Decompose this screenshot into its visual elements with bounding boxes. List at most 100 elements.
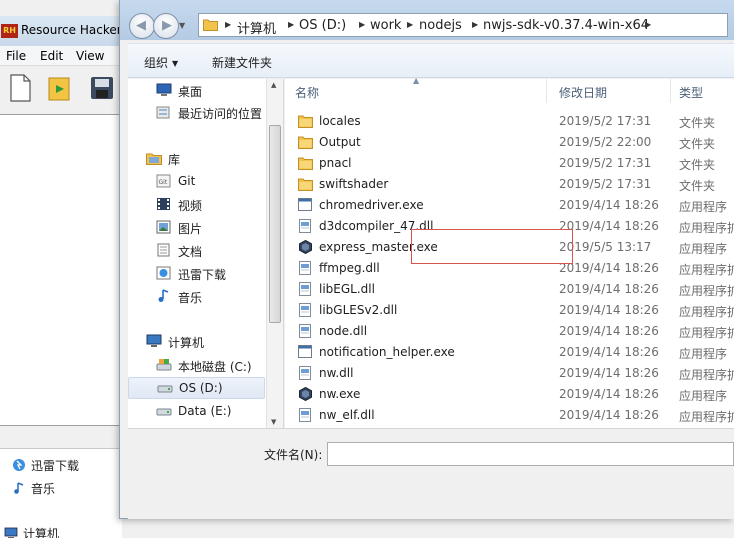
nav-item-computer[interactable]: 计算机 [146, 331, 264, 353]
file-name: Output [319, 135, 361, 149]
filename-input[interactable] [327, 442, 734, 466]
dll-file-icon [298, 324, 313, 338]
file-row[interactable]: nw.dll 2019/4/14 18:26 应用程序扩 [285, 363, 734, 384]
tree-item-thunder-download[interactable]: 迅雷下载 [12, 457, 79, 474]
drive-icon [157, 381, 173, 395]
column-header-label: 类型 [679, 86, 704, 100]
nav-item-recent-places[interactable]: 最近访问的位置 [156, 102, 274, 124]
thunder-download-icon [12, 458, 26, 472]
tree-item-label: 计算机 [23, 527, 60, 538]
address-bar[interactable]: ▶ 计算机 ▶ OS (D:) ▶ work ▶ nodejs ▶ nwjs-s… [198, 13, 728, 37]
nav-item-libraries[interactable]: 库 [146, 148, 264, 170]
column-header-date[interactable]: 修改日期 [551, 79, 671, 103]
file-row[interactable]: pnacl 2019/5/2 17:31 文件夹 [285, 153, 734, 174]
file-date: 2019/5/2 17:31 [559, 156, 652, 170]
exe-file-icon [298, 198, 313, 212]
file-row[interactable]: Output 2019/5/2 22:00 文件夹 [285, 132, 734, 153]
breadcrumb-separator-icon[interactable]: ▶ [472, 20, 478, 29]
organize-label: 组织 [144, 56, 169, 70]
scrollbar-thumb[interactable] [269, 125, 281, 323]
breadcrumb-item[interactable]: work [370, 18, 401, 33]
nav-item-music[interactable]: 音乐 [156, 286, 266, 308]
nav-item-drive-e[interactable]: Data (E:) [156, 401, 266, 423]
file-row[interactable]: node.dll 2019/4/14 18:26 应用程序扩 [285, 321, 734, 342]
file-type: 应用程序 [679, 389, 728, 403]
open-folder-icon[interactable] [46, 73, 74, 103]
folder-icon [298, 177, 313, 191]
breadcrumb-item[interactable]: nwjs-sdk-v0.37.4-win-x64 [483, 18, 649, 33]
resource-hacker-title: Resource Hacker [21, 23, 122, 37]
nav-item-label: 本地磁盘 (C:) [178, 360, 252, 374]
file-name: chromedriver.exe [319, 198, 424, 212]
file-type: 应用程序扩 [679, 368, 734, 382]
file-date: 2019/4/14 18:26 [559, 408, 659, 422]
breadcrumb-separator-icon[interactable]: ▶ [645, 20, 651, 29]
tree-item-music[interactable]: 音乐 [12, 480, 55, 497]
file-list[interactable]: 名称 ▲ 修改日期 类型 locales 2019/5/2 17:31 文件夹 Out… [285, 76, 734, 428]
breadcrumb-item[interactable]: 计算机 [237, 18, 276, 37]
nav-item-label: Data (E:) [178, 404, 232, 418]
breadcrumb-item[interactable]: nodejs [419, 18, 462, 33]
new-file-icon[interactable] [7, 73, 35, 103]
file-date: 2019/4/14 18:26 [559, 366, 659, 380]
recent-locations-dropdown-icon[interactable]: ▼ [179, 21, 189, 31]
file-row[interactable]: libGLESv2.dll 2019/4/14 18:26 应用程序扩 [285, 300, 734, 321]
breadcrumb-separator-icon[interactable]: ▶ [288, 20, 294, 29]
file-row[interactable]: libEGL.dll 2019/4/14 18:26 应用程序扩 [285, 279, 734, 300]
file-date: 2019/4/14 18:26 [559, 261, 659, 275]
nav-item-thunder-download[interactable]: 迅雷下载 [156, 263, 266, 285]
nav-item-git[interactable]: Git Git [156, 171, 266, 193]
back-button[interactable]: ◀ [129, 13, 155, 39]
folder-icon [203, 18, 218, 31]
forward-button[interactable]: ▶ [153, 13, 179, 39]
sort-ascending-icon: ▲ [413, 76, 420, 85]
file-row[interactable]: swiftshader 2019/5/2 17:31 文件夹 [285, 174, 734, 195]
nav-item-label: 最近访问的位置 [178, 107, 263, 121]
desktop-icon [156, 83, 172, 97]
menu-view[interactable]: View [76, 49, 104, 63]
menu-edit[interactable]: Edit [40, 49, 63, 63]
nav-item-pictures[interactable]: 图片 [156, 217, 266, 239]
tree-item-computer[interactable]: 计算机 [4, 525, 59, 538]
file-row[interactable]: nw_elf.dll 2019/4/14 18:26 应用程序扩 [285, 405, 734, 426]
nav-item-label: 音乐 [178, 291, 203, 305]
menu-file[interactable]: File [6, 49, 26, 63]
nav-item-label: Git [178, 174, 196, 188]
scroll-up-icon[interactable]: ▲ [271, 81, 276, 89]
thunder-download-icon [156, 266, 172, 280]
file-name: swiftshader [319, 177, 389, 191]
nav-item-desktop[interactable]: 桌面 [156, 80, 266, 102]
breadcrumb-separator-icon[interactable]: ▶ [407, 20, 413, 29]
resource-tree-panel[interactable] [0, 114, 122, 426]
save-icon[interactable] [88, 73, 116, 103]
file-row[interactable]: nw.exe 2019/4/14 18:26 应用程序 [285, 384, 734, 405]
breadcrumb-item[interactable]: OS (D:) [299, 18, 346, 33]
navigation-pane-scrollbar[interactable]: ▲ ▼ [266, 79, 283, 428]
nav-item-label: 桌面 [178, 85, 203, 99]
app-hexagon-icon [298, 386, 313, 402]
nav-item-documents[interactable]: 文档 [156, 240, 266, 262]
dll-file-icon [298, 219, 313, 233]
back-arrow-icon: ◀ [136, 18, 146, 33]
nav-item-label: 库 [168, 153, 181, 167]
file-name: ffmpeg.dll [319, 261, 380, 275]
breadcrumb-separator-icon[interactable]: ▶ [359, 20, 365, 29]
nav-item-label: OS (D:) [179, 381, 223, 395]
file-type: 应用程序 [679, 347, 728, 361]
organize-button[interactable]: 组织 ▼ [144, 54, 178, 71]
nav-item-drive-d[interactable]: OS (D:) [128, 377, 265, 399]
breadcrumb-separator-icon[interactable]: ▶ [225, 20, 231, 29]
file-row[interactable]: notification_helper.exe 2019/4/14 18:26 应用… [285, 342, 734, 363]
column-header-label: 修改日期 [559, 86, 608, 100]
navigation-pane[interactable]: 桌面 最近访问的位置 库 Git Git 视频 图片 文档 迅雷下载 音乐 计算… [128, 79, 284, 428]
file-row[interactable]: locales 2019/5/2 17:31 文件夹 [285, 111, 734, 132]
file-row[interactable]: chromedriver.exe 2019/4/14 18:26 应用程序 [285, 195, 734, 216]
scroll-down-icon[interactable]: ▼ [271, 418, 276, 426]
nav-item-drive-c[interactable]: 本地磁盘 (C:) [156, 355, 266, 377]
music-note-icon [12, 481, 26, 495]
new-folder-button[interactable]: 新建文件夹 [212, 54, 272, 71]
nav-item-videos[interactable]: 视频 [156, 194, 266, 216]
nav-item-label: 计算机 [168, 336, 205, 350]
column-header-type[interactable]: 类型 [671, 79, 734, 103]
column-header-name[interactable]: 名称 ▲ [285, 76, 547, 103]
